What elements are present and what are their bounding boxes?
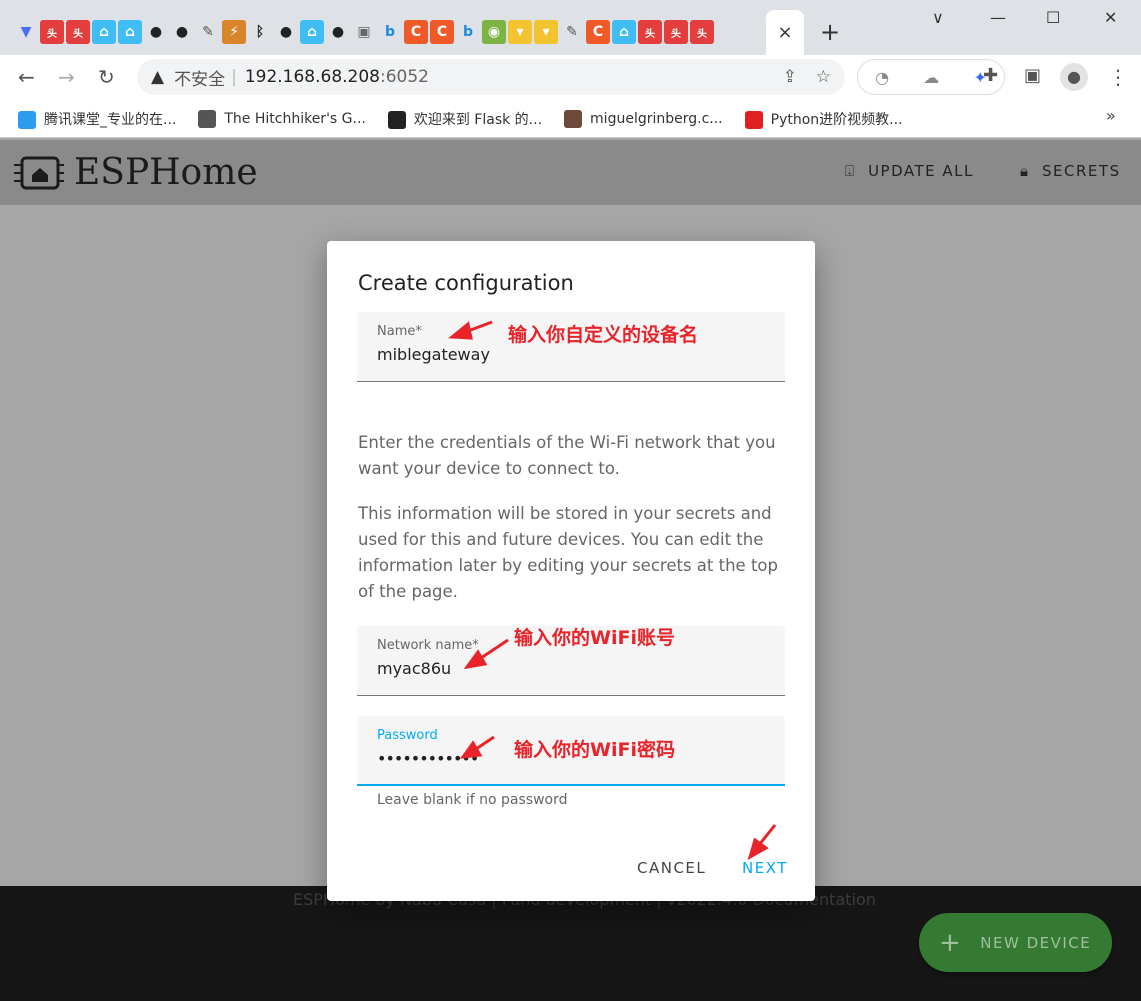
arrow-head-icon (463, 649, 488, 670)
arrow-head-icon (747, 837, 769, 861)
arrow-head-icon (459, 740, 483, 759)
annotation-arrows (448, 320, 777, 861)
arrow-head-icon (448, 321, 473, 340)
